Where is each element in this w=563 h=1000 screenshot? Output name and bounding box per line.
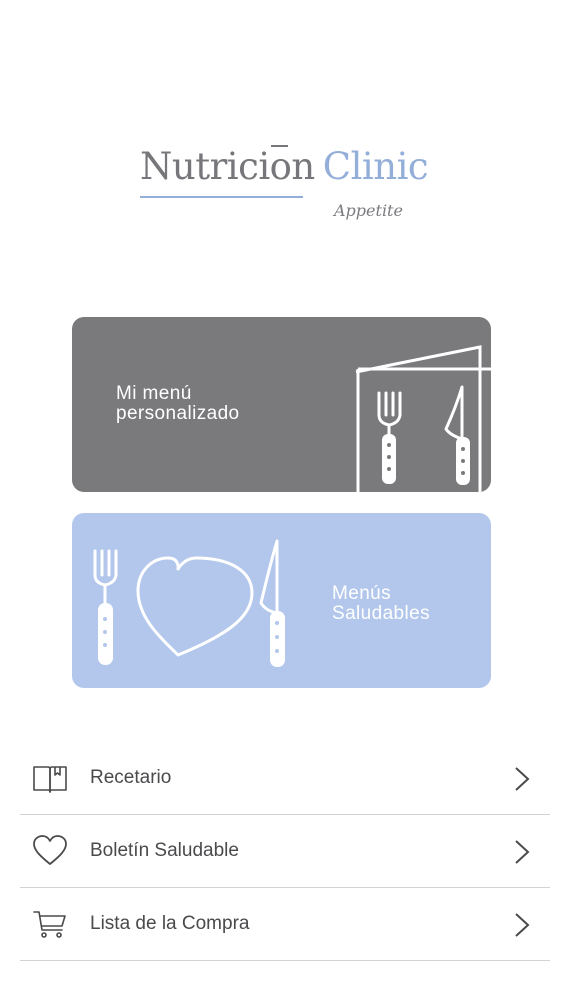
healthy-illustration: [93, 539, 285, 667]
knife-icon: [444, 385, 470, 485]
heart-outline-icon: [33, 835, 67, 865]
chevron-right-icon: [515, 767, 530, 791]
list-item-boletin[interactable]: Boletín Saludable: [20, 815, 550, 888]
logo-macron: [271, 145, 288, 147]
cart-icon: [33, 911, 66, 938]
chevron-right-icon: [515, 840, 530, 864]
list-item-label: Recetario: [90, 767, 172, 788]
my-menu-card[interactable]: Mi menú personalizado: [72, 317, 491, 492]
list-item-label: Lista de la Compra: [90, 913, 250, 934]
options-list: Recetario Boletín Saludable Lista de la …: [20, 742, 550, 961]
book-icon: [33, 766, 67, 793]
list-item-lista-compra[interactable]: Lista de la Compra: [20, 888, 550, 961]
fork-icon: [93, 549, 118, 665]
app-logo: Nutricion Clinic Appetite: [0, 0, 563, 260]
logo-underline: [140, 196, 303, 198]
chevron-right-icon: [515, 913, 530, 937]
logo-tagline: Appetite: [334, 201, 403, 220]
healthy-menus-card[interactable]: Menús Saludables: [72, 513, 491, 688]
menu-illustration: [355, 345, 491, 492]
list-item-label: Boletín Saludable: [90, 840, 239, 861]
knife-icon: [259, 539, 285, 667]
heart-icon: [136, 556, 254, 657]
list-item-recetario[interactable]: Recetario: [20, 742, 550, 815]
fork-icon: [377, 391, 402, 484]
menu-book-icon: [355, 345, 491, 492]
